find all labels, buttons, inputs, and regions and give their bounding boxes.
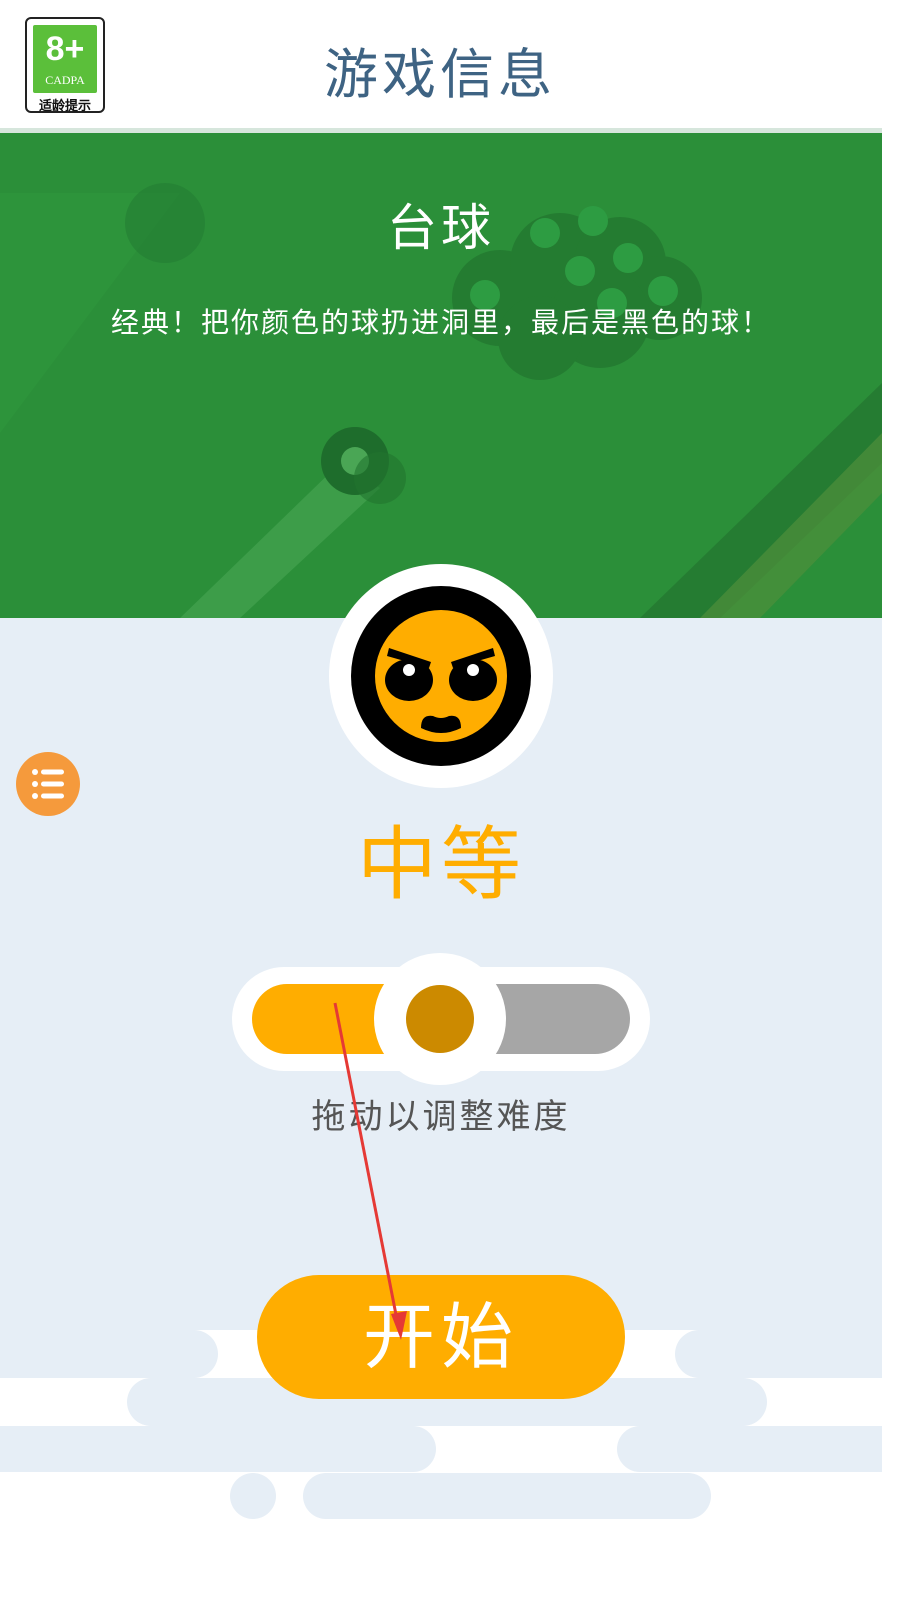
difficulty-label: 中等 [357, 818, 525, 911]
opponent-avatar [329, 564, 553, 788]
slider-thumb[interactable] [374, 953, 506, 1085]
slider-thumb-knob[interactable] [406, 985, 474, 1053]
slider-hint: 拖动以调整难度 [311, 1097, 571, 1137]
angry-face-avatar-icon [351, 586, 531, 766]
game-description: 经典！把你颜色的球扔进洞里，最后是黑色的球！ [110, 306, 771, 339]
game-banner: 台球 经典！把你颜色的球扔进洞里，最后是黑色的球！ [0, 133, 882, 618]
menu-button[interactable] [16, 752, 80, 816]
header: 8+ CADPA 适龄提示 游戏信息 [0, 0, 900, 133]
start-button[interactable]: 开始 [257, 1275, 625, 1399]
list-menu-icon [32, 769, 64, 799]
page-title: 游戏信息 [324, 43, 556, 106]
difficulty-slider[interactable] [232, 953, 650, 1085]
game-name: 台球 [387, 199, 495, 257]
screen-edge [882, 0, 900, 1600]
